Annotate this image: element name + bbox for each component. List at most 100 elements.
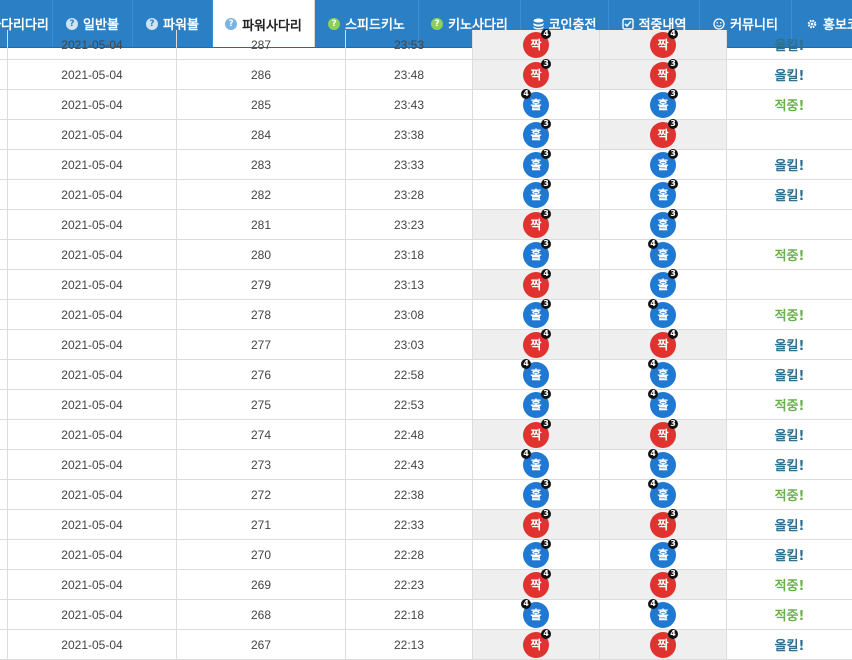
second-pick-cell: 홀3 — [600, 178, 727, 210]
round-number: 277 — [250, 337, 272, 352]
table-row: 2021-05-04 278 23:08 홀 3 홀 4 적중! — [0, 298, 852, 330]
gear-icon — [806, 18, 818, 30]
round-cell: 267 — [177, 630, 346, 660]
row-edge-cell — [0, 540, 8, 570]
even-ball: 짝4 — [523, 568, 551, 598]
time-text: 23:28 — [393, 187, 425, 202]
row-edge-cell — [0, 600, 8, 630]
time-text: 23:23 — [393, 217, 425, 232]
ball-line-count: 4 — [521, 448, 531, 459]
time-text: 22:53 — [393, 397, 425, 412]
time-text: 23:38 — [393, 127, 425, 142]
round-cell: 277 — [177, 330, 346, 360]
ball-label: 홀 — [530, 608, 542, 622]
time-cell: 23:48 — [346, 60, 473, 90]
second-pick-cell: 홀4 — [600, 448, 727, 480]
result-cell: 올킬! — [727, 510, 852, 540]
ball-line-count: 3 — [668, 58, 678, 69]
time-cell: 23:23 — [346, 210, 473, 240]
row-edge-cell — [0, 30, 8, 60]
round-number: 278 — [250, 307, 272, 322]
ball-line-count: 3 — [668, 568, 678, 579]
ball-label: 짝 — [530, 638, 542, 652]
result-badge: 올킬! — [774, 369, 805, 384]
odd-ball: 홀4 — [648, 358, 676, 388]
time-text: 22:18 — [393, 607, 425, 622]
ball-line-count: 4 — [648, 238, 658, 249]
table-row: 2021-05-04 267 22:13 짝 4 짝 4 올킬! — [0, 628, 852, 660]
even-ball: 짝3 — [650, 418, 678, 448]
time-text: 23:18 — [393, 247, 425, 262]
help-circle-icon: ? — [225, 18, 238, 30]
ball-line-count: 4 — [668, 328, 678, 339]
result-cell: 적중! — [727, 240, 852, 270]
date-cell: 2021-05-04 — [8, 60, 177, 90]
round-number: 276 — [250, 367, 272, 382]
date-text: 2021-05-04 — [61, 247, 123, 262]
ball-label: 홀 — [657, 218, 669, 232]
result-badge: 적중! — [774, 579, 805, 594]
time-cell: 22:43 — [346, 450, 473, 480]
odd-ball: 홀3 — [650, 268, 678, 298]
odd-ball: 홀4 — [521, 88, 549, 118]
odd-ball: 홀3 — [650, 538, 678, 568]
ball-label: 홀 — [530, 398, 542, 412]
second-pick-cell: 홀3 — [600, 538, 727, 570]
time-cell: 23:18 — [346, 240, 473, 270]
date-text: 2021-05-04 — [61, 187, 123, 202]
even-ball: 짝4 — [650, 328, 678, 358]
result-badge: 올킬! — [774, 519, 805, 534]
even-ball: 짝3 — [523, 418, 551, 448]
ball-line-count: 3 — [541, 178, 551, 189]
result-cell: 올킬! — [727, 420, 852, 450]
table-row: 2021-05-04 268 22:18 홀 4 홀 4 적중! — [0, 598, 852, 630]
odd-ball: 홀4 — [648, 478, 676, 508]
table-row: 2021-05-04 274 22:48 짝 3 짝 3 올킬! — [0, 418, 852, 450]
table-row: 2021-05-04 272 22:38 홀 3 홀 4 적중! — [0, 478, 852, 510]
ball-label: 홀 — [657, 308, 669, 322]
result-cell: 적중! — [727, 570, 852, 600]
time-text: 23:48 — [393, 67, 425, 82]
ball-line-count: 4 — [648, 448, 658, 459]
odd-ball: 홀3 — [650, 178, 678, 208]
round-cell: 275 — [177, 390, 346, 420]
odd-ball: 홀4 — [648, 238, 676, 268]
ball-label: 짝 — [530, 68, 542, 82]
first-pick-cell: 짝4 — [473, 28, 600, 60]
ball-line-count: 4 — [648, 478, 658, 489]
result-cell: 적중! — [727, 300, 852, 330]
time-cell: 22:58 — [346, 360, 473, 390]
ball-label: 홀 — [530, 158, 542, 172]
date-cell: 2021-05-04 — [8, 540, 177, 570]
help-circle-green-icon: ? — [328, 17, 341, 30]
first-pick-cell: 홀3 — [473, 148, 600, 180]
result-cell: 올킬! — [727, 150, 852, 180]
ball-line-count: 4 — [541, 628, 551, 639]
second-pick-cell: 홀4 — [600, 478, 727, 510]
ball-line-count: 4 — [541, 28, 551, 39]
row-edge-cell — [0, 180, 8, 210]
time-cell: 22:18 — [346, 600, 473, 630]
date-text: 2021-05-04 — [61, 217, 123, 232]
odd-ball: 홀4 — [521, 358, 549, 388]
ball-line-count: 3 — [668, 268, 678, 279]
table-row: 2021-05-04 282 23:28 홀 3 홀 3 올킬! — [0, 178, 852, 210]
odd-ball: 홀3 — [650, 208, 678, 238]
ball-line-count: 4 — [668, 628, 678, 639]
date-text: 2021-05-04 — [61, 487, 123, 502]
row-edge-cell — [0, 390, 8, 420]
ball-line-count: 4 — [521, 598, 531, 609]
result-cell: 올킬! — [727, 360, 852, 390]
table-row: 2021-05-04 276 22:58 홀 4 홀 4 올킬! — [0, 358, 852, 390]
even-ball: 짝4 — [650, 628, 678, 658]
time-cell: 22:13 — [346, 630, 473, 660]
date-cell: 2021-05-04 — [8, 240, 177, 270]
ball-line-count: 3 — [668, 418, 678, 429]
help-circle-green-icon: ? — [431, 17, 444, 30]
result-cell — [727, 210, 852, 240]
date-text: 2021-05-04 — [61, 427, 123, 442]
ball-line-count: 4 — [668, 28, 678, 39]
round-number: 283 — [250, 157, 272, 172]
date-text: 2021-05-04 — [61, 67, 123, 82]
ball-label: 홀 — [657, 188, 669, 202]
